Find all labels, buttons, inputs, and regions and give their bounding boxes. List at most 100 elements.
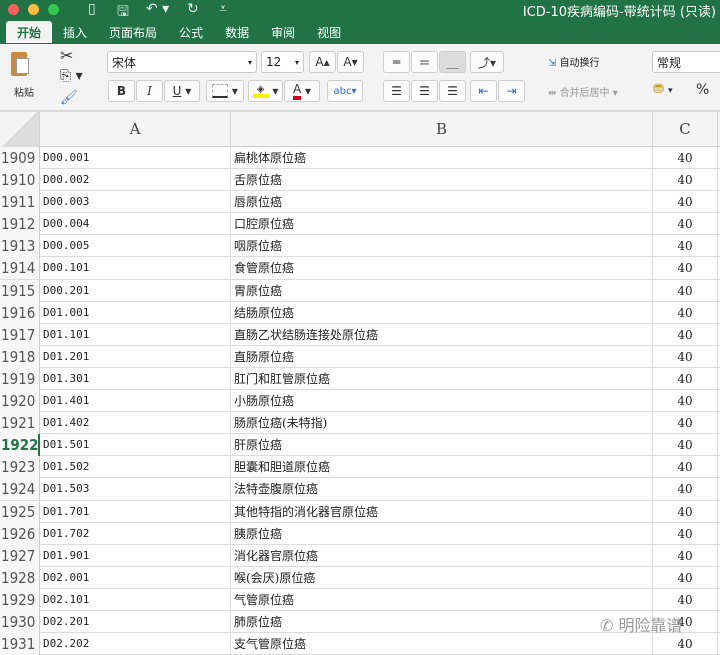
row-number[interactable]: 1926 [0, 522, 40, 545]
align-right-button[interactable]: ☰ [439, 80, 466, 102]
cell-a[interactable]: D01.501 [40, 434, 231, 457]
column-header-a[interactable]: A [40, 112, 231, 147]
cell-a[interactable]: D01.503 [40, 478, 231, 501]
select-all-button[interactable] [0, 112, 40, 147]
orientation-button[interactable]: ⤴▾ [470, 51, 504, 73]
cell-a[interactable]: D01.201 [40, 345, 231, 368]
align-left-button[interactable]: ☰ [383, 80, 410, 102]
customize-icon[interactable]: ⩡ [219, 1, 227, 17]
wrap-text-button[interactable]: ⇲ 自动换行 [548, 54, 600, 69]
tab-6[interactable]: 视图 [306, 21, 352, 43]
cell-b[interactable]: 喉(会厌)原位癌 [231, 566, 653, 589]
copy-icon[interactable]: ⎘ ▾ [60, 68, 83, 84]
column-header-c[interactable]: C [653, 112, 718, 147]
close-button[interactable] [8, 4, 19, 15]
accounting-format-button[interactable]: ⛃ ▾ [653, 82, 673, 97]
cell-c[interactable]: 40 [653, 191, 718, 214]
row-number[interactable]: 1921 [0, 412, 40, 435]
decrease-indent-button[interactable]: ⇤ [470, 80, 497, 102]
cell-b[interactable]: 支气管原位癌 [231, 633, 653, 655]
cell-b[interactable]: 肺原位癌 [231, 610, 653, 633]
row-number[interactable]: 1919 [0, 367, 40, 390]
row-number[interactable]: 1909 [0, 147, 40, 169]
row-number[interactable]: 1930 [0, 610, 40, 633]
align-middle-button[interactable]: ＝ [411, 51, 438, 73]
cell-b[interactable]: 其他特指的消化器官原位癌 [231, 500, 653, 523]
cell-b[interactable]: 胆囊和胆道原位癌 [231, 456, 653, 479]
cell-a[interactable]: D00.003 [40, 191, 231, 214]
cell-b[interactable]: 肠原位癌(未特指) [231, 412, 653, 435]
tab-2[interactable]: 页面布局 [98, 21, 168, 43]
cell-a[interactable]: D01.401 [40, 390, 231, 413]
zoom-button[interactable] [48, 4, 59, 15]
font-name-select[interactable]: 宋体 ▾ [107, 51, 257, 73]
align-center-button[interactable]: ☰ [411, 80, 438, 102]
minimize-button[interactable] [28, 4, 39, 15]
cell-a[interactable]: D01.901 [40, 544, 231, 567]
cell-c[interactable]: 40 [653, 566, 718, 589]
row-number[interactable]: 1922 [0, 434, 40, 457]
cell-a[interactable]: D02.201 [40, 610, 231, 633]
font-size-select[interactable]: 12 ▾ [261, 51, 304, 73]
cell-a[interactable]: D01.301 [40, 367, 231, 390]
cell-c[interactable]: 40 [653, 235, 718, 258]
cell-b[interactable]: 消化器官原位癌 [231, 544, 653, 567]
cell-a[interactable]: D01.702 [40, 522, 231, 545]
cell-b[interactable]: 肛门和肛管原位癌 [231, 367, 653, 390]
cell-a[interactable]: D00.101 [40, 257, 231, 280]
cell-b[interactable]: 直肠乙状结肠连接处原位癌 [231, 323, 653, 346]
tab-0[interactable]: 开始 [6, 21, 53, 43]
cell-c[interactable]: 40 [653, 345, 718, 368]
cell-b[interactable]: 口腔原位癌 [231, 213, 653, 236]
cell-a[interactable]: D01.701 [40, 500, 231, 523]
cell-b[interactable]: 气管原位癌 [231, 588, 653, 611]
cell-b[interactable]: 直肠原位癌 [231, 345, 653, 368]
cell-c[interactable]: 40 [653, 169, 718, 192]
merge-center-button[interactable]: ⇹ 合并后居中 ▾ [548, 84, 618, 99]
row-number[interactable]: 1913 [0, 235, 40, 258]
cell-c[interactable]: 40 [653, 301, 718, 324]
cell-a[interactable]: D02.101 [40, 588, 231, 611]
font-color-button[interactable]: A ▾ [284, 80, 320, 102]
paste-button[interactable] [8, 50, 38, 80]
row-number[interactable]: 1911 [0, 191, 40, 214]
tab-3[interactable]: 公式 [168, 21, 214, 43]
row-number[interactable]: 1931 [0, 633, 40, 655]
cell-c[interactable]: 40 [653, 323, 718, 346]
cell-c[interactable]: 40 [653, 434, 718, 457]
cell-c[interactable]: 40 [653, 412, 718, 435]
align-top-button[interactable]: ═ [383, 51, 410, 73]
cell-b[interactable]: 食管原位癌 [231, 257, 653, 280]
cell-a[interactable]: D00.001 [40, 147, 231, 169]
undo-icon[interactable]: ↶ ▾ [146, 1, 169, 17]
cell-b[interactable]: 咽原位癌 [231, 235, 653, 258]
tab-1[interactable]: 插入 [52, 21, 98, 43]
cell-a[interactable]: D02.202 [40, 633, 231, 655]
row-number[interactable]: 1917 [0, 323, 40, 346]
bold-button[interactable]: B [108, 80, 135, 102]
column-header-b[interactable]: B [231, 112, 653, 147]
cell-c[interactable]: 40 [653, 456, 718, 479]
cell-b[interactable]: 小肠原位癌 [231, 390, 653, 413]
cell-c[interactable]: 40 [653, 588, 718, 611]
cell-b[interactable]: 法特壶腹原位癌 [231, 478, 653, 501]
cell-b[interactable]: 唇原位癌 [231, 191, 653, 214]
cell-b[interactable]: 舌原位癌 [231, 169, 653, 192]
cell-a[interactable]: D01.402 [40, 412, 231, 435]
cell-a[interactable]: D02.001 [40, 566, 231, 589]
cell-b[interactable]: 胰原位癌 [231, 522, 653, 545]
cell-c[interactable]: 40 [653, 478, 718, 501]
row-number[interactable]: 1916 [0, 301, 40, 324]
row-number[interactable]: 1912 [0, 213, 40, 236]
row-number[interactable]: 1927 [0, 544, 40, 567]
cell-c[interactable]: 40 [653, 367, 718, 390]
row-number[interactable]: 1924 [0, 478, 40, 501]
italic-button[interactable]: I [136, 80, 163, 102]
format-painter-icon[interactable]: 🖌 [60, 90, 78, 106]
tab-5[interactable]: 审阅 [260, 21, 306, 43]
cell-c[interactable]: 40 [653, 544, 718, 567]
cell-c[interactable]: 40 [653, 522, 718, 545]
align-bottom-button[interactable]: ＿ [439, 51, 466, 73]
row-number[interactable]: 1918 [0, 345, 40, 368]
borders-button[interactable]: ▾ [206, 80, 244, 102]
